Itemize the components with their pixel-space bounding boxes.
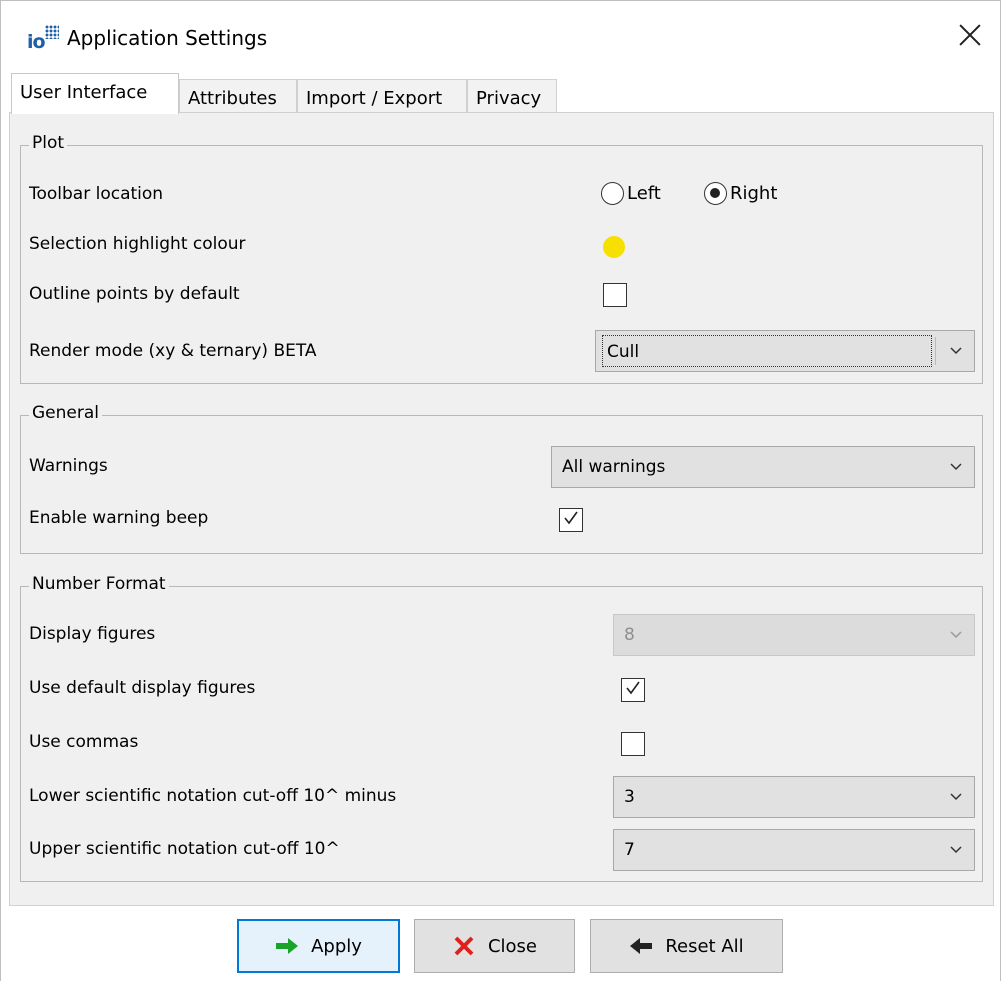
upper-cutoff-select[interactable]: 7 xyxy=(613,829,975,871)
use-commas-checkbox[interactable] xyxy=(621,732,645,756)
tab-import-export[interactable]: Import / Export xyxy=(297,79,467,113)
use-commas-label: Use commas xyxy=(29,732,139,752)
chevron-down-icon xyxy=(950,793,962,801)
tab-user-interface[interactable]: User Interface xyxy=(11,73,179,114)
button-bar: Apply Close Reset All xyxy=(1,906,1000,982)
default-figures-label: Use default display figures xyxy=(29,678,256,698)
check-icon xyxy=(626,681,640,695)
toolbar-location-label: Toolbar location xyxy=(29,184,164,204)
window-title: Application Settings xyxy=(67,26,268,50)
lower-cutoff-value: 3 xyxy=(624,787,635,807)
upper-cutoff-value: 7 xyxy=(624,840,635,860)
app-logo-icon: io xyxy=(27,25,59,55)
general-group-legend: General xyxy=(29,403,102,423)
chevron-down-icon xyxy=(950,347,962,355)
number-format-group-legend: Number Format xyxy=(29,574,169,594)
warning-beep-checkbox[interactable] xyxy=(559,508,583,532)
apply-button[interactable]: Apply xyxy=(237,919,400,973)
plot-group-legend: Plot xyxy=(29,133,68,153)
radio-right-label: Right xyxy=(730,183,778,204)
tab-label: Privacy xyxy=(476,88,542,109)
chevron-down-icon xyxy=(950,463,962,471)
plot-group: Plot Toolbar location Left Right Selecti… xyxy=(20,133,983,384)
tab-label: User Interface xyxy=(20,82,148,103)
general-group: General Warnings All warnings Enable war… xyxy=(20,403,983,554)
highlight-colour-label: Selection highlight colour xyxy=(29,234,246,254)
radio-left-label: Left xyxy=(627,183,661,204)
apply-label: Apply xyxy=(311,935,362,957)
render-mode-value: Cull xyxy=(602,335,932,367)
warnings-label: Warnings xyxy=(29,456,108,476)
arrow-right-icon xyxy=(276,938,299,954)
upper-cutoff-label: Upper scientific notation cut-off 10^ xyxy=(29,839,340,859)
close-button[interactable]: Close xyxy=(414,919,575,973)
display-figures-select[interactable]: 8 xyxy=(613,614,975,656)
outline-points-checkbox[interactable] xyxy=(603,283,627,307)
tab-attributes[interactable]: Attributes xyxy=(179,79,297,113)
combo-separator xyxy=(935,337,936,365)
lower-cutoff-label: Lower scientific notation cut-off 10^ mi… xyxy=(29,786,397,806)
display-figures-value: 8 xyxy=(624,625,635,645)
number-format-group: Number Format Display figures 8 Use defa… xyxy=(20,574,983,882)
display-figures-label: Display figures xyxy=(29,624,156,644)
toolbar-right-radio[interactable]: Right xyxy=(704,182,777,205)
warning-beep-label: Enable warning beep xyxy=(29,508,209,528)
title-bar: io Application Settings xyxy=(1,1,1000,75)
warnings-value: All warnings xyxy=(562,457,666,477)
tab-privacy[interactable]: Privacy xyxy=(467,79,557,113)
check-icon xyxy=(564,511,578,525)
close-icon xyxy=(454,936,474,956)
tab-content-panel: Plot Toolbar location Left Right Selecti… xyxy=(9,112,994,906)
chevron-down-icon xyxy=(950,846,962,854)
tab-label: Import / Export xyxy=(306,88,443,109)
warnings-select[interactable]: All warnings xyxy=(551,446,975,488)
tab-label: Attributes xyxy=(188,88,277,109)
reset-all-label: Reset All xyxy=(665,935,744,957)
highlight-colour-swatch[interactable] xyxy=(603,236,625,258)
close-label: Close xyxy=(487,935,538,957)
radio-right-icon xyxy=(704,182,727,205)
toolbar-left-radio[interactable]: Left xyxy=(601,182,661,205)
reset-all-button[interactable]: Reset All xyxy=(590,919,783,973)
radio-left-icon xyxy=(601,182,624,205)
render-mode-label: Render mode (xy & ternary) BETA xyxy=(29,341,317,361)
settings-window: io Application Settings User Interface A… xyxy=(0,0,1001,982)
outline-points-label: Outline points by default xyxy=(29,284,240,304)
chevron-down-icon xyxy=(950,631,962,639)
render-mode-select[interactable]: Cull xyxy=(595,330,975,372)
window-close-icon[interactable] xyxy=(954,19,986,51)
arrow-left-icon xyxy=(630,938,653,954)
lower-cutoff-select[interactable]: 3 xyxy=(613,776,975,818)
default-figures-checkbox[interactable] xyxy=(621,678,645,702)
